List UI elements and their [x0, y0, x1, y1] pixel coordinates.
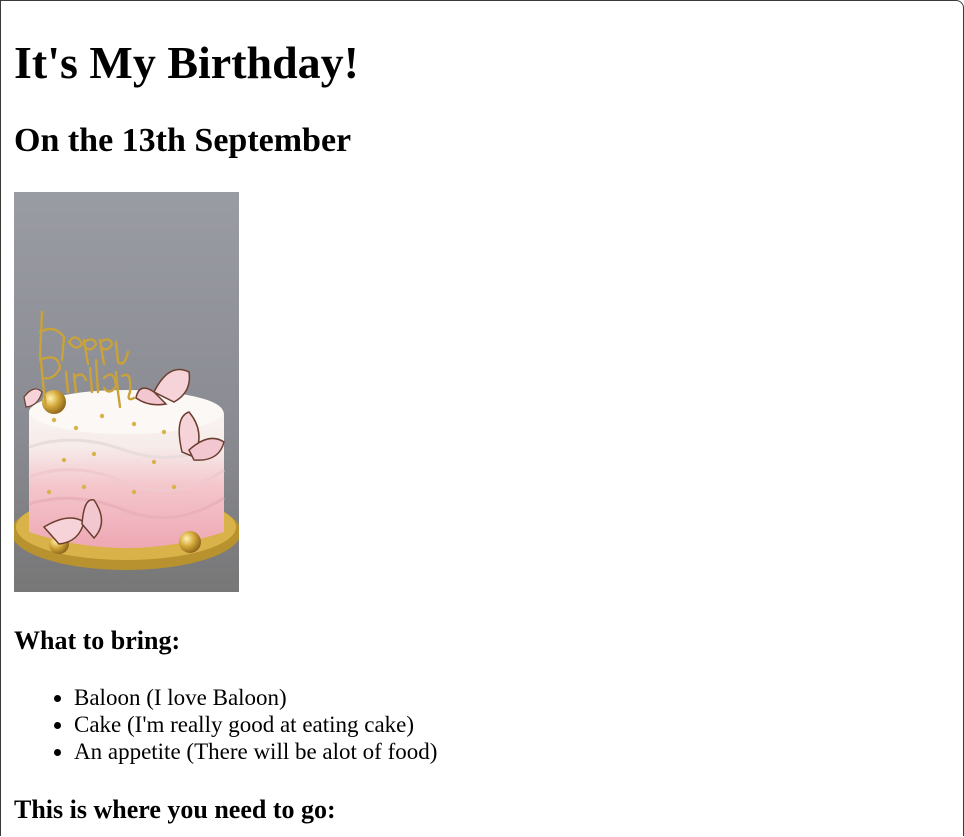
- list-item: Cake (I'm really good at eating cake): [74, 711, 437, 738]
- list-item: Baloon (I love Baloon): [74, 684, 437, 711]
- bring-list: Baloon (I love Baloon) Cake (I'm really …: [14, 684, 437, 765]
- page-title: It's My Birthday!: [14, 37, 359, 88]
- list-item: An appetite (There will be alot of food): [74, 738, 437, 765]
- bring-heading: What to bring:: [14, 626, 181, 655]
- directions-heading: This is where you need to go:: [14, 795, 336, 824]
- page-subtitle: On the 13th September: [14, 122, 352, 159]
- birthday-cake-image: [14, 192, 239, 592]
